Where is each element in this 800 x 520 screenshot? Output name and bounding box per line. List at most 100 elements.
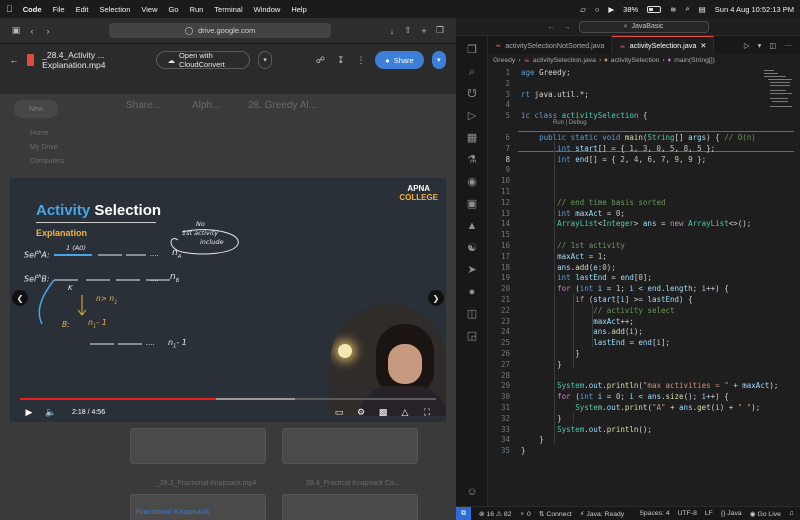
language-mode[interactable]: {} Java bbox=[721, 510, 742, 518]
next-arrow-icon[interactable]: ❯ bbox=[428, 290, 444, 306]
code-line[interactable]: 15 bbox=[488, 230, 800, 241]
menu-app[interactable]: Code bbox=[23, 5, 42, 14]
menu-window[interactable]: Window bbox=[254, 5, 281, 14]
settings-gear-icon[interactable]: ⚙ bbox=[354, 407, 368, 418]
close-preview-icon[interactable]: ← bbox=[10, 55, 19, 65]
more-actions-icon[interactable]: ⋮ bbox=[355, 55, 367, 66]
tab-activity-not-sorted[interactable]: ☕ activitySelectionNotSorted.java bbox=[488, 36, 613, 54]
code-line[interactable]: 1 age Greedy; bbox=[488, 68, 800, 79]
code-line[interactable]: 9 bbox=[488, 165, 800, 176]
captions-icon[interactable]: ▭ bbox=[332, 407, 346, 418]
live-share-icon[interactable]: ➤ bbox=[464, 262, 480, 278]
apple-icon[interactable]:  bbox=[6, 4, 13, 14]
menu-terminal[interactable]: Terminal bbox=[214, 5, 242, 14]
command-center-search[interactable]: ⌕ JavaBasic bbox=[578, 20, 709, 33]
tab-activity-selection[interactable]: ☕ activitySelection.java ✕ bbox=[612, 36, 715, 54]
code-line[interactable]: 30 for (int i = 0; i < ans.size(); i++) … bbox=[488, 392, 800, 403]
fullscreen-icon[interactable]: ⛶ bbox=[420, 407, 434, 418]
code-line[interactable]: 3 rt java.util.*; bbox=[488, 90, 800, 101]
code-line[interactable]: 13 int maxAct = 0; bbox=[488, 209, 800, 220]
code-line[interactable]: 14 ArrayList<Integer> ans = new ArrayLis… bbox=[488, 219, 800, 230]
run-icon[interactable]: ▷ bbox=[744, 41, 750, 50]
code-line[interactable]: 20 for (int i = 1; i < end.length; i++) … bbox=[488, 284, 800, 295]
control-center-icon[interactable]: ▤ bbox=[699, 5, 706, 14]
wifi-icon[interactable]: ≋ bbox=[670, 5, 676, 14]
clock[interactable]: Sun 4 Aug 10:52:13 PM bbox=[715, 5, 794, 14]
menu-selection[interactable]: Selection bbox=[100, 5, 131, 14]
menu-file[interactable]: File bbox=[53, 5, 65, 14]
menu-edit[interactable]: Edit bbox=[76, 5, 89, 14]
play-icon[interactable]: ▶ bbox=[608, 5, 614, 14]
code-line[interactable]: 27 } bbox=[488, 360, 800, 371]
code-line[interactable]: 23 maxAct++; bbox=[488, 317, 800, 328]
encoding-setting[interactable]: UTF-8 bbox=[678, 510, 697, 518]
breadcrumb-class[interactable]: activitySelection bbox=[611, 57, 660, 64]
menu-run[interactable]: Run bbox=[190, 5, 204, 14]
code-line[interactable]: 22 // activity select bbox=[488, 306, 800, 317]
code-line[interactable]: 24 ans.add(i); bbox=[488, 327, 800, 338]
download-file-icon[interactable]: ↧ bbox=[335, 55, 347, 66]
breadcrumb-method[interactable]: main(String[]) bbox=[674, 57, 715, 64]
cast-icon[interactable]: ▱ bbox=[580, 5, 586, 14]
open-with-dropdown[interactable]: ▾ bbox=[258, 51, 273, 69]
battery-icon[interactable] bbox=[647, 5, 662, 13]
code-line[interactable]: 32 } bbox=[488, 414, 800, 425]
code-line[interactable]: 28 bbox=[488, 371, 800, 382]
go-live-button[interactable]: ◉ Go Live bbox=[750, 510, 781, 518]
remote-indicator[interactable]: ⧉ bbox=[456, 506, 471, 520]
code-line[interactable]: 4 bbox=[488, 100, 800, 111]
indent-setting[interactable]: Spaces: 4 bbox=[639, 510, 669, 518]
code-line[interactable]: 19 int lastEnd = end[0]; bbox=[488, 273, 800, 284]
breadcrumb-file[interactable]: activitySelection.java bbox=[533, 57, 596, 64]
add-shortcut-icon[interactable]: ☍ bbox=[314, 55, 326, 66]
video-player[interactable]: Activity Selection Explanation APNA COLL… bbox=[10, 178, 446, 422]
new-tab-icon[interactable]: + bbox=[416, 26, 432, 36]
run-dropdown-icon[interactable]: ▾ bbox=[758, 41, 762, 50]
share-sheet-icon[interactable]: ⇧ bbox=[400, 25, 416, 36]
problems-indicator[interactable]: ⊗ 16 ⚠ 82 bbox=[479, 510, 512, 518]
run-debug-icon[interactable]: ▷ bbox=[464, 108, 480, 124]
code-line[interactable]: 8 int end[] = { 2, 4, 6, 7, 9, 9 }; bbox=[488, 155, 800, 166]
testing-icon[interactable]: ⚗ bbox=[464, 152, 480, 168]
notifications-bell-icon[interactable]: ♫ bbox=[789, 510, 794, 518]
account-icon[interactable]: ☺ bbox=[464, 484, 480, 500]
explorer-icon[interactable]: ❐ bbox=[464, 42, 480, 58]
close-tab-icon[interactable]: ✕ bbox=[700, 41, 706, 50]
play-icon[interactable]: ▶ bbox=[22, 407, 36, 418]
share-dropdown[interactable]: ▾ bbox=[431, 51, 446, 69]
more-icon[interactable]: ⋯ bbox=[785, 41, 793, 50]
code-line[interactable]: 2 bbox=[488, 79, 800, 90]
miniplayer-icon[interactable]: ▩ bbox=[376, 407, 390, 418]
code-line[interactable]: 7 int start[] = { 1, 3, 0, 5, 8, 5 }; bbox=[488, 144, 800, 155]
packages-icon[interactable]: ◲ bbox=[464, 328, 480, 344]
code-line[interactable]: 26 } bbox=[488, 349, 800, 360]
eol-setting[interactable]: LF bbox=[705, 510, 713, 518]
connect-indicator[interactable]: ⇅ Connect bbox=[539, 510, 572, 518]
code-line[interactable]: 10 bbox=[488, 176, 800, 187]
code-line[interactable]: 25 lastEnd = end[i]; bbox=[488, 338, 800, 349]
code-editor[interactable]: Run | Debug 1 age Greedy; 2 3 rt java.util.*… bbox=[488, 66, 800, 506]
code-line[interactable]: 17 maxAct = 1; bbox=[488, 252, 800, 263]
code-line[interactable]: 31 System.out.print("A" + ans.get(i) + "… bbox=[488, 403, 800, 414]
code-line[interactable]: 12 // end time basis sorted bbox=[488, 198, 800, 209]
menu-go[interactable]: Go bbox=[169, 5, 179, 14]
extensions-icon[interactable]: ▦ bbox=[464, 130, 480, 146]
code-line[interactable]: 18 ans.add(e:0); bbox=[488, 263, 800, 274]
remote-explorer-icon[interactable]: ▣ bbox=[464, 196, 480, 212]
download-icon[interactable]: ↓ bbox=[384, 26, 400, 36]
split-editor-icon[interactable]: ◫ bbox=[769, 41, 776, 50]
source-control-icon[interactable]: ☋ bbox=[464, 86, 480, 102]
ports-indicator[interactable]: ⚬ 0 bbox=[519, 510, 530, 518]
copilot-icon[interactable]: ◉ bbox=[464, 174, 480, 190]
breadcrumb-folder[interactable]: Greedy bbox=[493, 57, 515, 64]
sidebar-toggle-icon[interactable]: ▣ bbox=[8, 25, 24, 36]
spotlight-icon[interactable]: ⌕ bbox=[685, 4, 689, 14]
code-line[interactable]: 29 System.out.println("max activities = … bbox=[488, 381, 800, 392]
java-status[interactable]: ⚡ Java: Ready bbox=[580, 510, 624, 518]
code-line[interactable]: 34 } bbox=[488, 435, 800, 446]
video-progress-bar[interactable] bbox=[20, 398, 436, 400]
database-icon[interactable]: ☯ bbox=[464, 240, 480, 256]
volume-icon[interactable]: 🔈 bbox=[44, 407, 58, 418]
nav-back-icon[interactable]: ← bbox=[548, 22, 556, 31]
code-line[interactable]: 5 ic class activitySelection { bbox=[488, 111, 800, 122]
